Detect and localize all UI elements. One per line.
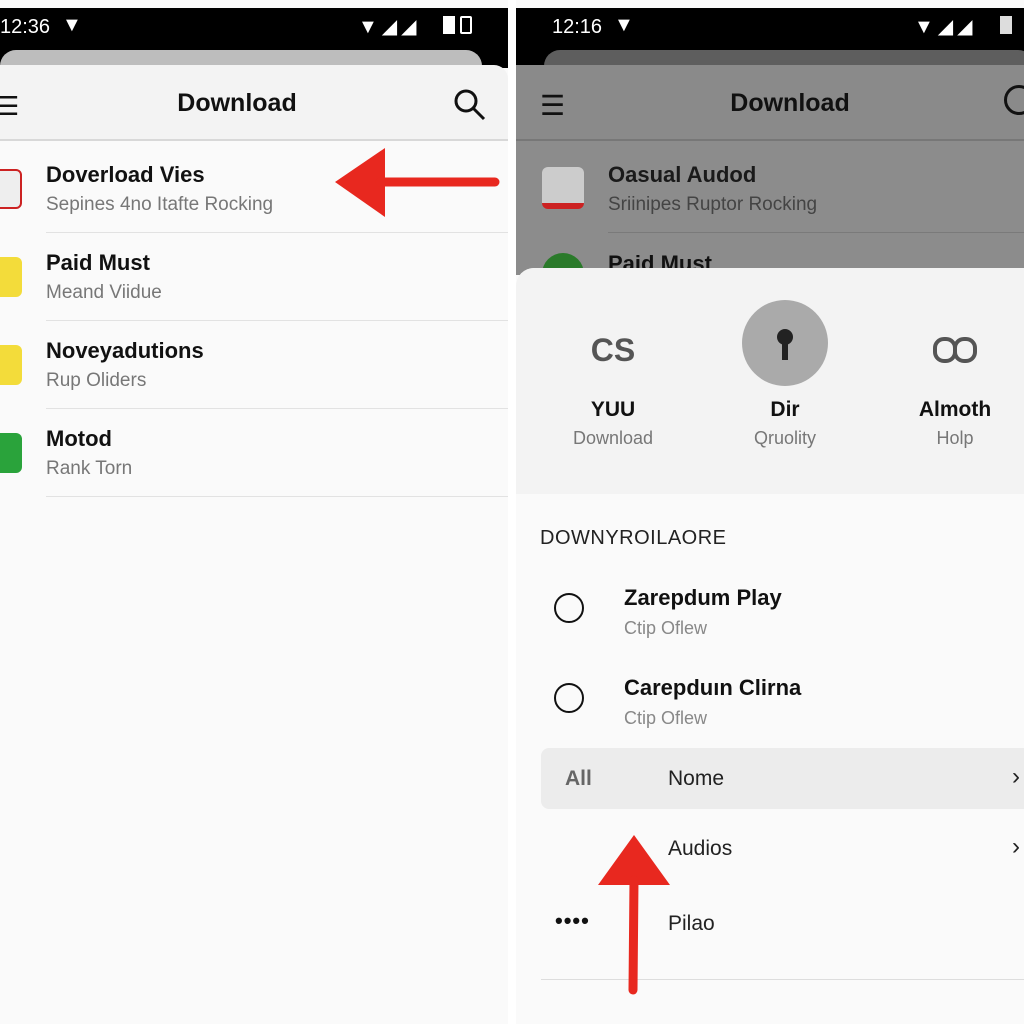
section-title: DOWNYROILAORE	[540, 527, 727, 549]
radio-subtitle: Ctip Oflew	[624, 708, 708, 728]
app-icon	[0, 257, 22, 297]
option-help[interactable]: Almoth Holp	[870, 320, 1024, 449]
item-title: Paid Must	[46, 250, 150, 275]
list-item[interactable]: Oasual Audod Sriinipes Ruptor Rocking	[516, 145, 1024, 233]
page-title: Download	[730, 89, 850, 117]
radio-button[interactable]	[554, 683, 584, 713]
menu-item-nome[interactable]	[541, 748, 1024, 809]
left-screen: 12:36 ▼ ▼◢◢ ☰ Download Doverload Vies Se…	[0, 0, 508, 1024]
app-icon	[0, 345, 22, 385]
option-download[interactable]: CS YUU Download	[528, 320, 698, 449]
list-item[interactable]: Paid Must Meand Viidue	[0, 233, 508, 321]
battery-icon	[443, 16, 455, 34]
app-icon	[542, 167, 584, 209]
option-label: Dir	[770, 398, 800, 421]
status-time: 12:36	[0, 16, 51, 38]
menu-prefix: All	[565, 767, 592, 790]
right-screen: 12:16 ▼ ▼◢◢ ☰ Download Oasual Audod Srii…	[516, 0, 1024, 1024]
list-item[interactable]: Motod Rank Torn	[0, 409, 508, 497]
wifi-icon: ▼	[614, 14, 634, 36]
menu-label: Nome	[668, 767, 725, 790]
option-sublabel: Qruolity	[753, 428, 816, 448]
item-title: Oasual Audod	[608, 162, 757, 187]
menu-item-audios[interactable]: Audios	[668, 837, 732, 861]
option-sublabel: Holp	[936, 428, 974, 448]
item-title: Noveyadutions	[46, 338, 204, 363]
radio-title: Carepduın Clirna	[624, 675, 802, 700]
divider	[46, 496, 508, 497]
keyhole-icon	[700, 300, 870, 386]
app-header: ☰ Download	[0, 65, 508, 141]
item-title: Motod	[46, 426, 112, 451]
status-time: 12:16	[552, 16, 603, 38]
red-arrow-up-annotation	[598, 835, 670, 995]
menu-item-pilao[interactable]: Pilao	[668, 912, 715, 936]
cs-icon: CS	[590, 331, 636, 368]
battery-icon	[1000, 16, 1012, 34]
item-subtitle: Rank Torn	[46, 458, 133, 479]
app-icon	[0, 169, 22, 209]
signal-icon: ▼◢◢	[358, 16, 421, 38]
signal-icon: ▼◢◢	[914, 16, 977, 38]
chevron-right-icon: ›	[1012, 833, 1020, 860]
spotify-icon	[0, 433, 22, 473]
option-label: Almoth	[918, 398, 992, 421]
red-arrow-left-annotation	[335, 148, 500, 217]
search-icon[interactable]	[452, 87, 488, 123]
more-dots-icon: ••••	[555, 908, 590, 933]
radio-button[interactable]	[554, 593, 584, 623]
page-title: Download	[177, 89, 297, 117]
item-subtitle: Meand Viidue	[46, 282, 162, 303]
app-header: ☰ Download	[516, 65, 1024, 141]
battery-outline-icon	[460, 16, 472, 34]
option-quality[interactable]: Dir Qruolity	[700, 300, 870, 449]
option-label: YUU	[590, 398, 636, 421]
chevron-right-icon: ›	[1012, 763, 1020, 790]
radio-subtitle: Ctip Oflew	[624, 618, 708, 638]
option-sublabel: Download	[572, 428, 654, 448]
item-subtitle: Sriinipes Ruptor Rocking	[608, 194, 818, 215]
item-subtitle: Rup Oliders	[46, 370, 147, 391]
wifi-icon: ▼	[62, 14, 82, 36]
item-title: Doverload Vies	[46, 162, 205, 187]
infinity-icon	[870, 320, 1024, 380]
item-subtitle: Sepines 4no Itafte Rocking	[46, 194, 274, 215]
radio-title: Zarepdum Play	[624, 585, 782, 610]
list-item[interactable]: Noveyadutions Rup Oliders	[0, 321, 508, 409]
